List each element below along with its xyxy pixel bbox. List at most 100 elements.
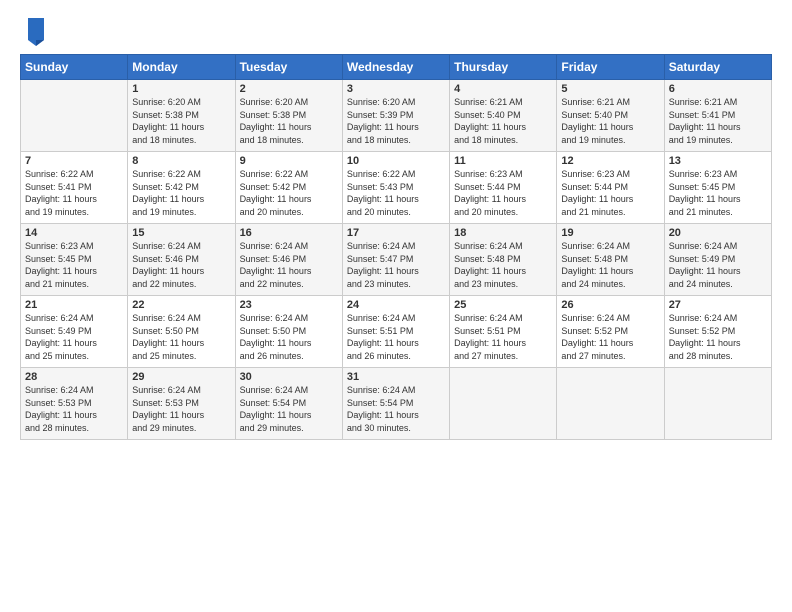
calendar-cell: 26Sunrise: 6:24 AM Sunset: 5:52 PM Dayli… <box>557 296 664 368</box>
day-number: 3 <box>347 83 445 95</box>
calendar-cell: 27Sunrise: 6:24 AM Sunset: 5:52 PM Dayli… <box>664 296 771 368</box>
calendar-cell: 16Sunrise: 6:24 AM Sunset: 5:46 PM Dayli… <box>235 224 342 296</box>
day-info: Sunrise: 6:24 AM Sunset: 5:49 PM Dayligh… <box>25 312 123 362</box>
day-number: 1 <box>132 83 230 95</box>
day-info: Sunrise: 6:21 AM Sunset: 5:40 PM Dayligh… <box>561 96 659 146</box>
calendar-cell: 1Sunrise: 6:20 AM Sunset: 5:38 PM Daylig… <box>128 80 235 152</box>
day-number: 27 <box>669 299 767 311</box>
logo <box>20 16 46 46</box>
calendar-cell: 15Sunrise: 6:24 AM Sunset: 5:46 PM Dayli… <box>128 224 235 296</box>
day-info: Sunrise: 6:24 AM Sunset: 5:48 PM Dayligh… <box>454 240 552 290</box>
day-number: 10 <box>347 155 445 167</box>
day-number: 22 <box>132 299 230 311</box>
day-info: Sunrise: 6:24 AM Sunset: 5:50 PM Dayligh… <box>132 312 230 362</box>
header-row: SundayMondayTuesdayWednesdayThursdayFrid… <box>21 55 772 80</box>
calendar-cell: 25Sunrise: 6:24 AM Sunset: 5:51 PM Dayli… <box>450 296 557 368</box>
day-number: 9 <box>240 155 338 167</box>
day-header: Friday <box>557 55 664 80</box>
day-number: 8 <box>132 155 230 167</box>
day-number: 14 <box>25 227 123 239</box>
day-number: 5 <box>561 83 659 95</box>
day-info: Sunrise: 6:24 AM Sunset: 5:46 PM Dayligh… <box>240 240 338 290</box>
day-number: 28 <box>25 371 123 383</box>
day-number: 15 <box>132 227 230 239</box>
day-header: Wednesday <box>342 55 449 80</box>
day-info: Sunrise: 6:24 AM Sunset: 5:46 PM Dayligh… <box>132 240 230 290</box>
calendar-cell: 22Sunrise: 6:24 AM Sunset: 5:50 PM Dayli… <box>128 296 235 368</box>
calendar-table: SundayMondayTuesdayWednesdayThursdayFrid… <box>20 54 772 440</box>
calendar-cell: 6Sunrise: 6:21 AM Sunset: 5:41 PM Daylig… <box>664 80 771 152</box>
calendar-cell: 8Sunrise: 6:22 AM Sunset: 5:42 PM Daylig… <box>128 152 235 224</box>
day-header: Sunday <box>21 55 128 80</box>
calendar-cell: 24Sunrise: 6:24 AM Sunset: 5:51 PM Dayli… <box>342 296 449 368</box>
day-info: Sunrise: 6:24 AM Sunset: 5:52 PM Dayligh… <box>669 312 767 362</box>
day-number: 30 <box>240 371 338 383</box>
calendar-cell <box>664 368 771 440</box>
calendar-cell: 23Sunrise: 6:24 AM Sunset: 5:50 PM Dayli… <box>235 296 342 368</box>
day-number: 7 <box>25 155 123 167</box>
calendar-cell: 9Sunrise: 6:22 AM Sunset: 5:42 PM Daylig… <box>235 152 342 224</box>
day-number: 24 <box>347 299 445 311</box>
day-info: Sunrise: 6:22 AM Sunset: 5:41 PM Dayligh… <box>25 168 123 218</box>
day-header: Monday <box>128 55 235 80</box>
day-header: Thursday <box>450 55 557 80</box>
day-info: Sunrise: 6:24 AM Sunset: 5:52 PM Dayligh… <box>561 312 659 362</box>
calendar-cell: 17Sunrise: 6:24 AM Sunset: 5:47 PM Dayli… <box>342 224 449 296</box>
day-header: Saturday <box>664 55 771 80</box>
calendar-cell <box>21 80 128 152</box>
day-info: Sunrise: 6:23 AM Sunset: 5:44 PM Dayligh… <box>454 168 552 218</box>
day-info: Sunrise: 6:22 AM Sunset: 5:42 PM Dayligh… <box>132 168 230 218</box>
day-header: Tuesday <box>235 55 342 80</box>
day-number: 31 <box>347 371 445 383</box>
calendar-cell <box>450 368 557 440</box>
page: SundayMondayTuesdayWednesdayThursdayFrid… <box>0 0 792 612</box>
calendar-cell: 13Sunrise: 6:23 AM Sunset: 5:45 PM Dayli… <box>664 152 771 224</box>
calendar-cell: 11Sunrise: 6:23 AM Sunset: 5:44 PM Dayli… <box>450 152 557 224</box>
header <box>20 16 772 46</box>
calendar-cell: 18Sunrise: 6:24 AM Sunset: 5:48 PM Dayli… <box>450 224 557 296</box>
calendar-cell: 3Sunrise: 6:20 AM Sunset: 5:39 PM Daylig… <box>342 80 449 152</box>
calendar-cell: 4Sunrise: 6:21 AM Sunset: 5:40 PM Daylig… <box>450 80 557 152</box>
day-info: Sunrise: 6:24 AM Sunset: 5:51 PM Dayligh… <box>347 312 445 362</box>
day-info: Sunrise: 6:23 AM Sunset: 5:44 PM Dayligh… <box>561 168 659 218</box>
day-info: Sunrise: 6:20 AM Sunset: 5:39 PM Dayligh… <box>347 96 445 146</box>
day-info: Sunrise: 6:20 AM Sunset: 5:38 PM Dayligh… <box>240 96 338 146</box>
day-info: Sunrise: 6:24 AM Sunset: 5:50 PM Dayligh… <box>240 312 338 362</box>
calendar-cell: 14Sunrise: 6:23 AM Sunset: 5:45 PM Dayli… <box>21 224 128 296</box>
day-info: Sunrise: 6:20 AM Sunset: 5:38 PM Dayligh… <box>132 96 230 146</box>
calendar-week-row: 28Sunrise: 6:24 AM Sunset: 5:53 PM Dayli… <box>21 368 772 440</box>
calendar-cell: 12Sunrise: 6:23 AM Sunset: 5:44 PM Dayli… <box>557 152 664 224</box>
day-info: Sunrise: 6:21 AM Sunset: 5:40 PM Dayligh… <box>454 96 552 146</box>
day-number: 21 <box>25 299 123 311</box>
logo-icon <box>22 16 46 46</box>
day-info: Sunrise: 6:24 AM Sunset: 5:54 PM Dayligh… <box>347 384 445 434</box>
day-info: Sunrise: 6:23 AM Sunset: 5:45 PM Dayligh… <box>25 240 123 290</box>
calendar-cell: 28Sunrise: 6:24 AM Sunset: 5:53 PM Dayli… <box>21 368 128 440</box>
day-number: 18 <box>454 227 552 239</box>
day-number: 16 <box>240 227 338 239</box>
day-info: Sunrise: 6:23 AM Sunset: 5:45 PM Dayligh… <box>669 168 767 218</box>
day-info: Sunrise: 6:21 AM Sunset: 5:41 PM Dayligh… <box>669 96 767 146</box>
day-info: Sunrise: 6:24 AM Sunset: 5:47 PM Dayligh… <box>347 240 445 290</box>
calendar-cell <box>557 368 664 440</box>
calendar-week-row: 21Sunrise: 6:24 AM Sunset: 5:49 PM Dayli… <box>21 296 772 368</box>
day-number: 12 <box>561 155 659 167</box>
day-info: Sunrise: 6:24 AM Sunset: 5:51 PM Dayligh… <box>454 312 552 362</box>
calendar-cell: 2Sunrise: 6:20 AM Sunset: 5:38 PM Daylig… <box>235 80 342 152</box>
calendar-cell: 5Sunrise: 6:21 AM Sunset: 5:40 PM Daylig… <box>557 80 664 152</box>
calendar-week-row: 14Sunrise: 6:23 AM Sunset: 5:45 PM Dayli… <box>21 224 772 296</box>
calendar-cell: 30Sunrise: 6:24 AM Sunset: 5:54 PM Dayli… <box>235 368 342 440</box>
day-info: Sunrise: 6:24 AM Sunset: 5:54 PM Dayligh… <box>240 384 338 434</box>
calendar-week-row: 7Sunrise: 6:22 AM Sunset: 5:41 PM Daylig… <box>21 152 772 224</box>
calendar-cell: 21Sunrise: 6:24 AM Sunset: 5:49 PM Dayli… <box>21 296 128 368</box>
day-number: 2 <box>240 83 338 95</box>
day-info: Sunrise: 6:24 AM Sunset: 5:49 PM Dayligh… <box>669 240 767 290</box>
day-number: 4 <box>454 83 552 95</box>
calendar-week-row: 1Sunrise: 6:20 AM Sunset: 5:38 PM Daylig… <box>21 80 772 152</box>
day-number: 11 <box>454 155 552 167</box>
calendar-cell: 29Sunrise: 6:24 AM Sunset: 5:53 PM Dayli… <box>128 368 235 440</box>
day-info: Sunrise: 6:24 AM Sunset: 5:53 PM Dayligh… <box>25 384 123 434</box>
day-number: 26 <box>561 299 659 311</box>
calendar-cell: 20Sunrise: 6:24 AM Sunset: 5:49 PM Dayli… <box>664 224 771 296</box>
calendar-cell: 7Sunrise: 6:22 AM Sunset: 5:41 PM Daylig… <box>21 152 128 224</box>
